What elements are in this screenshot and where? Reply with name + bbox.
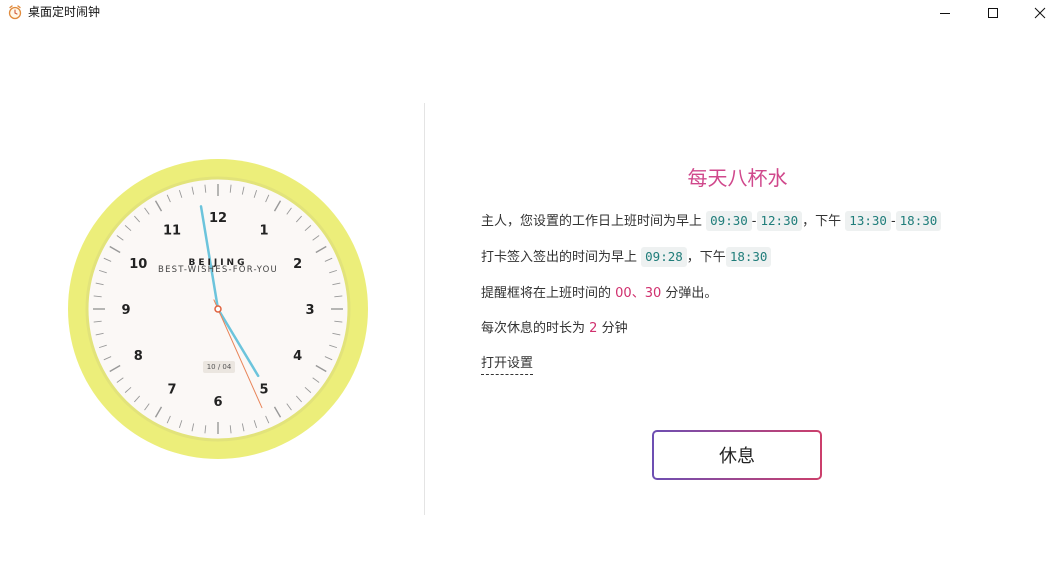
- minimize-button[interactable]: [922, 0, 968, 25]
- popup-text: 提醒框将在上班时间的: [481, 286, 612, 301]
- work-hours-line: 主人，您设置的工作日上班时间为早上 09:30-12:30 ，下午 13:30-1…: [481, 211, 942, 233]
- maximize-button[interactable]: [970, 0, 1016, 25]
- time-separator: -: [751, 214, 757, 229]
- am-end-time: 12:30: [756, 211, 803, 231]
- minimize-icon: [940, 12, 950, 14]
- clock-numeral: 9: [121, 303, 130, 318]
- clock-numeral: 5: [259, 383, 268, 398]
- duration-unit: 分钟: [601, 321, 628, 336]
- open-settings-link[interactable]: 打开设置: [481, 354, 534, 375]
- break-duration-line: 每次休息的时长为 2 分钟: [481, 318, 628, 340]
- pm-end-time: 18:30: [895, 211, 942, 231]
- popup-minute-2: 30: [644, 286, 662, 301]
- title-bar: 桌面定时闹钟: [0, 0, 1063, 25]
- popup-schedule-line: 提醒框将在上班时间的 00、30 分弹出。: [481, 283, 717, 305]
- clock-slogan: BEST-WISHES-FOR-YOU: [158, 265, 278, 275]
- rest-button[interactable]: 休息: [652, 430, 822, 480]
- checkin-text: 打卡签入签出的时间为早上: [481, 250, 638, 265]
- checkin-line: 打卡签入签出的时间为早上 09:28 ，下午 18:30: [481, 247, 772, 269]
- popup-suffix: 分弹出。: [665, 286, 718, 301]
- divider: [424, 103, 425, 515]
- clock-numeral: 7: [167, 383, 176, 398]
- close-button[interactable]: [1017, 0, 1063, 25]
- clock-numeral: 8: [134, 349, 143, 364]
- window-title: 桌面定时闹钟: [28, 5, 101, 19]
- pm-start-time: 13:30: [845, 211, 891, 231]
- clock-numeral: 12: [209, 211, 227, 226]
- analog-clock: 12 1 2 3 4 5 6 7 8 9 10 11 BEIJING BEST-WISHES-FOR-…: [68, 159, 368, 459]
- maximize-icon: [988, 7, 998, 18]
- close-icon: [1034, 7, 1046, 18]
- clock-numeral: 4: [293, 349, 302, 364]
- clock-center-pin: [214, 305, 222, 313]
- clock-face: 121234567891011: [68, 159, 368, 459]
- clock-date: 10 / 04: [203, 361, 235, 373]
- minute-separator: 、: [631, 286, 645, 301]
- clock-numeral: 1: [259, 223, 268, 238]
- work-hours-text: 主人，您设置的工作日上班时间为早上: [481, 214, 703, 229]
- popup-minute-1: 00: [615, 286, 632, 301]
- checkin-time: 09:28: [641, 247, 687, 267]
- duration-text: 每次休息的时长为: [481, 321, 586, 336]
- rest-button-label: 休息: [654, 432, 820, 478]
- am-start-time: 09:30: [706, 211, 752, 231]
- clock-numeral: 6: [213, 395, 222, 410]
- reminder-title: 每天八杯水: [687, 166, 788, 190]
- break-duration: 2: [589, 321, 598, 336]
- afternoon-label: ，下午: [686, 250, 726, 265]
- clock-numeral: 3: [305, 303, 314, 318]
- afternoon-label: ，下午: [802, 214, 842, 229]
- time-separator: -: [890, 214, 896, 229]
- alarm-clock-icon: [7, 4, 23, 20]
- checkout-time: 18:30: [725, 247, 772, 267]
- clock-numeral: 11: [163, 223, 181, 238]
